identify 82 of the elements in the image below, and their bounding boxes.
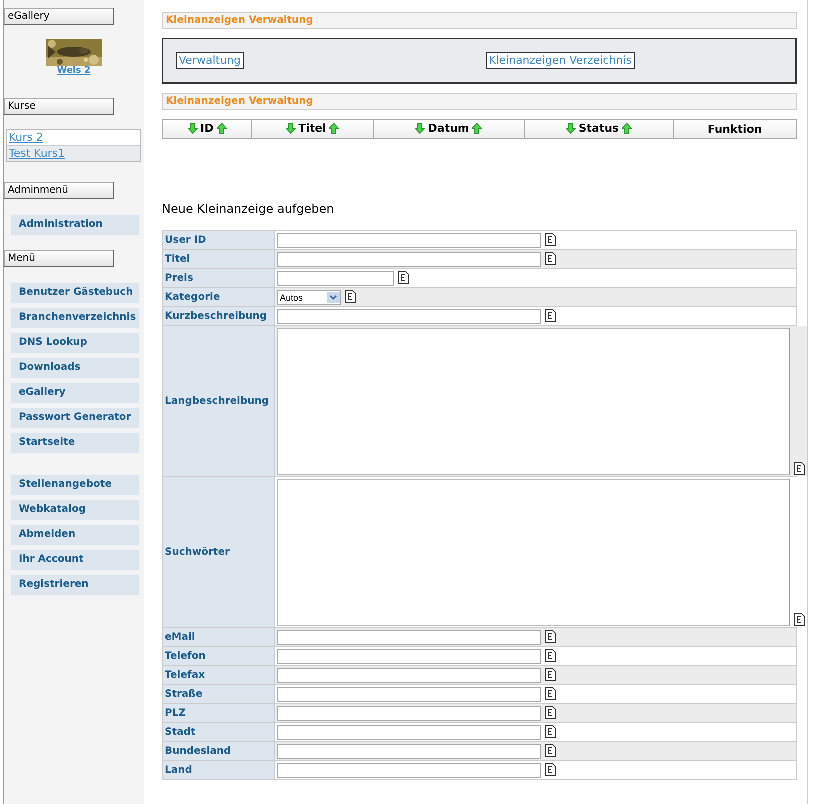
menu-item[interactable]: Passwort Generator: [10, 407, 140, 429]
input-field[interactable]: [277, 271, 394, 286]
menu-item[interactable]: eGallery: [10, 382, 140, 404]
document-icon[interactable]: [545, 668, 556, 681]
field-label: Straße: [163, 685, 275, 703]
arrow-up-icon[interactable]: [216, 122, 227, 134]
nav-link[interactable]: Verwaltung: [176, 52, 244, 69]
input-field[interactable]: [277, 668, 541, 683]
document-icon[interactable]: [545, 725, 556, 738]
menu-item[interactable]: Benutzer Gästebuch: [10, 282, 140, 304]
arrow-up-icon[interactable]: [472, 122, 482, 134]
menu-item[interactable]: Ihr Account: [10, 549, 140, 571]
document-icon[interactable]: [545, 649, 556, 662]
arrow-down-icon[interactable]: [566, 122, 576, 134]
arrow-up-icon[interactable]: [329, 122, 340, 134]
field-label: Kurzbeschreibung: [163, 307, 275, 325]
section-header: Kleinanzeigen Verwaltung: [162, 12, 797, 29]
picture-caption-link[interactable]: Wels 2: [57, 66, 91, 76]
input-field[interactable]: [277, 252, 541, 267]
document-icon[interactable]: [545, 309, 556, 322]
form-title: Neue Kleinanzeige aufgeben: [162, 202, 336, 216]
category-select[interactable]: Autos: [277, 290, 341, 305]
field-label: Preis: [163, 269, 275, 287]
document-icon[interactable]: [345, 290, 356, 303]
dropdown-arrow-icon[interactable]: [327, 292, 340, 303]
menu-item[interactable]: DNS Lookup: [10, 332, 140, 354]
input-field[interactable]: [277, 725, 541, 740]
sidebar-heading[interactable]: Kurse: [4, 98, 114, 115]
section-header: Kleinanzeigen Verwaltung: [162, 93, 797, 110]
field-label: eMail: [163, 628, 275, 646]
column-header[interactable]: Status: [524, 120, 674, 138]
column-header[interactable]: Datum: [373, 120, 524, 138]
sidebar-heading[interactable]: Menü: [4, 250, 114, 267]
sidebar-heading[interactable]: Adminmenü: [4, 182, 114, 199]
field-label: Stadt: [163, 723, 275, 741]
arrow-down-icon[interactable]: [415, 122, 426, 134]
field-label: Telefax: [163, 666, 275, 684]
field-label: Langbeschreibung: [163, 326, 275, 476]
input-field[interactable]: [277, 763, 541, 778]
menu-item[interactable]: Startseite: [10, 432, 140, 454]
field-label: Telefon: [163, 647, 275, 665]
document-icon[interactable]: [545, 763, 556, 776]
input-field[interactable]: [277, 630, 541, 645]
input-field[interactable]: [277, 309, 541, 324]
document-icon[interactable]: [545, 687, 556, 700]
document-icon[interactable]: [545, 744, 556, 757]
document-icon[interactable]: [545, 252, 556, 265]
field-label: Kategorie: [163, 288, 275, 306]
sidebar-heading[interactable]: eGallery: [4, 8, 114, 25]
field-label: Bundesland: [163, 742, 275, 760]
document-icon[interactable]: [398, 271, 409, 284]
menu-item[interactable]: Stellenangebote: [10, 474, 140, 496]
menu-item[interactable]: Downloads: [10, 357, 140, 379]
document-icon[interactable]: [545, 630, 556, 643]
nav-link[interactable]: Kleinanzeigen Verzeichnis: [486, 52, 635, 69]
input-field[interactable]: [277, 687, 541, 702]
document-icon[interactable]: [794, 613, 805, 626]
input-field[interactable]: [277, 706, 541, 721]
document-icon[interactable]: [545, 233, 556, 246]
course-link[interactable]: Test Kurs1: [7, 145, 140, 161]
menu-item[interactable]: Abmelden: [10, 524, 140, 546]
field-label: Titel: [163, 250, 275, 268]
menu-item[interactable]: Branchenverzeichnis: [10, 307, 140, 329]
document-icon[interactable]: [545, 706, 556, 719]
field-label: Suchwörter: [163, 477, 275, 627]
document-icon[interactable]: [794, 462, 805, 475]
arrow-down-icon[interactable]: [286, 122, 296, 134]
column-header[interactable]: Titel: [252, 120, 374, 138]
menu-item[interactable]: Webkatalog: [10, 499, 140, 521]
menu-item[interactable]: Registrieren: [10, 574, 140, 596]
field-label: PLZ: [163, 704, 275, 722]
field-label: Land: [163, 761, 275, 779]
arrow-up-icon[interactable]: [622, 122, 632, 134]
input-field[interactable]: [277, 744, 541, 759]
arrow-down-icon[interactable]: [188, 122, 198, 134]
course-link[interactable]: Kurs 2: [7, 130, 140, 145]
menu-item[interactable]: Administration: [10, 214, 140, 236]
column-header[interactable]: ID: [162, 120, 252, 138]
input-field[interactable]: [277, 233, 541, 248]
input-field[interactable]: [277, 649, 541, 664]
field-label: User ID: [163, 231, 275, 249]
column-header[interactable]: Funktion: [674, 120, 796, 138]
